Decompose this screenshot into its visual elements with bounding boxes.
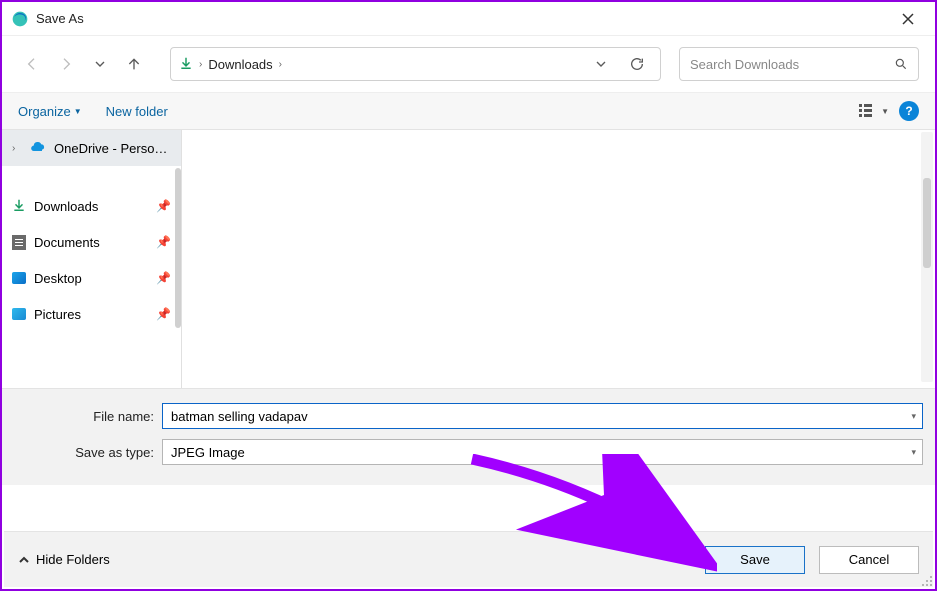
organize-menu[interactable]: Organize ▼ xyxy=(18,104,82,119)
search-box[interactable] xyxy=(679,47,919,81)
hide-folders-label: Hide Folders xyxy=(36,552,110,567)
download-folder-icon xyxy=(179,56,193,73)
filename-label: File name: xyxy=(14,409,154,424)
sidebar-item-desktop[interactable]: Desktop 📌 xyxy=(2,260,181,296)
up-button[interactable] xyxy=(120,50,148,78)
cancel-button[interactable]: Cancel xyxy=(819,546,919,574)
search-input[interactable] xyxy=(690,57,894,72)
filename-input[interactable] xyxy=(163,409,922,424)
close-button[interactable] xyxy=(885,2,931,35)
sidebar-scrollbar[interactable] xyxy=(175,168,181,328)
view-options-button[interactable]: ▼ xyxy=(859,104,889,118)
pictures-icon xyxy=(12,308,26,320)
dropdown-caret-icon: ▼ xyxy=(74,107,82,116)
sidebar-item-documents[interactable]: Documents 📌 xyxy=(2,224,181,260)
file-list-pane[interactable] xyxy=(182,130,935,388)
dropdown-caret-icon: ▼ xyxy=(881,107,889,116)
search-icon xyxy=(894,57,908,71)
folder-tree[interactable]: › OneDrive - Personal Downloads 📌 Docume… xyxy=(2,130,182,388)
filename-combobox[interactable]: ▾ xyxy=(162,403,923,429)
sidebar-item-label: Desktop xyxy=(34,271,148,286)
pin-icon: 📌 xyxy=(156,271,171,285)
breadcrumb-location[interactable]: Downloads xyxy=(208,57,272,72)
document-icon xyxy=(12,235,26,250)
edge-app-icon xyxy=(12,11,28,27)
window-title: Save As xyxy=(36,11,885,26)
sidebar-item-pictures[interactable]: Pictures 📌 xyxy=(2,296,181,332)
new-folder-button[interactable]: New folder xyxy=(106,104,168,119)
sidebar-item-downloads[interactable]: Downloads 📌 xyxy=(2,188,181,224)
forward-button[interactable] xyxy=(52,50,80,78)
help-button[interactable]: ? xyxy=(899,101,919,121)
file-list-scrollbar[interactable] xyxy=(921,132,933,382)
pin-icon: 📌 xyxy=(156,235,171,249)
sidebar-item-label: Downloads xyxy=(34,199,148,214)
expand-chevron-icon[interactable]: › xyxy=(12,143,22,154)
back-button[interactable] xyxy=(18,50,46,78)
sidebar-item-label: OneDrive - Personal xyxy=(54,141,171,156)
cloud-icon xyxy=(30,141,46,156)
save-type-label: Save as type: xyxy=(14,445,154,460)
sidebar-item-label: Pictures xyxy=(34,307,148,322)
dropdown-caret-icon[interactable]: ▾ xyxy=(911,447,916,458)
hide-folders-button[interactable]: Hide Folders xyxy=(18,552,110,567)
save-type-value: JPEG Image xyxy=(163,445,253,460)
download-icon xyxy=(12,198,26,215)
organize-label: Organize xyxy=(18,104,71,119)
view-icon xyxy=(859,104,875,118)
resize-grip[interactable] xyxy=(921,575,933,587)
sidebar-item-onedrive[interactable]: › OneDrive - Personal xyxy=(2,130,181,166)
breadcrumb-chevron-icon: › xyxy=(279,59,282,70)
address-history-button[interactable] xyxy=(586,49,616,79)
pin-icon: 📌 xyxy=(156,307,171,321)
breadcrumb-chevron-icon: › xyxy=(199,59,202,70)
sidebar-item-label: Documents xyxy=(34,235,148,250)
save-button[interactable]: Save xyxy=(705,546,805,574)
desktop-icon xyxy=(12,272,26,284)
pin-icon: 📌 xyxy=(156,199,171,213)
save-type-combobox[interactable]: JPEG Image ▾ xyxy=(162,439,923,465)
recent-locations-button[interactable] xyxy=(86,50,114,78)
refresh-button[interactable] xyxy=(622,49,652,79)
address-bar[interactable]: › Downloads › xyxy=(170,47,661,81)
